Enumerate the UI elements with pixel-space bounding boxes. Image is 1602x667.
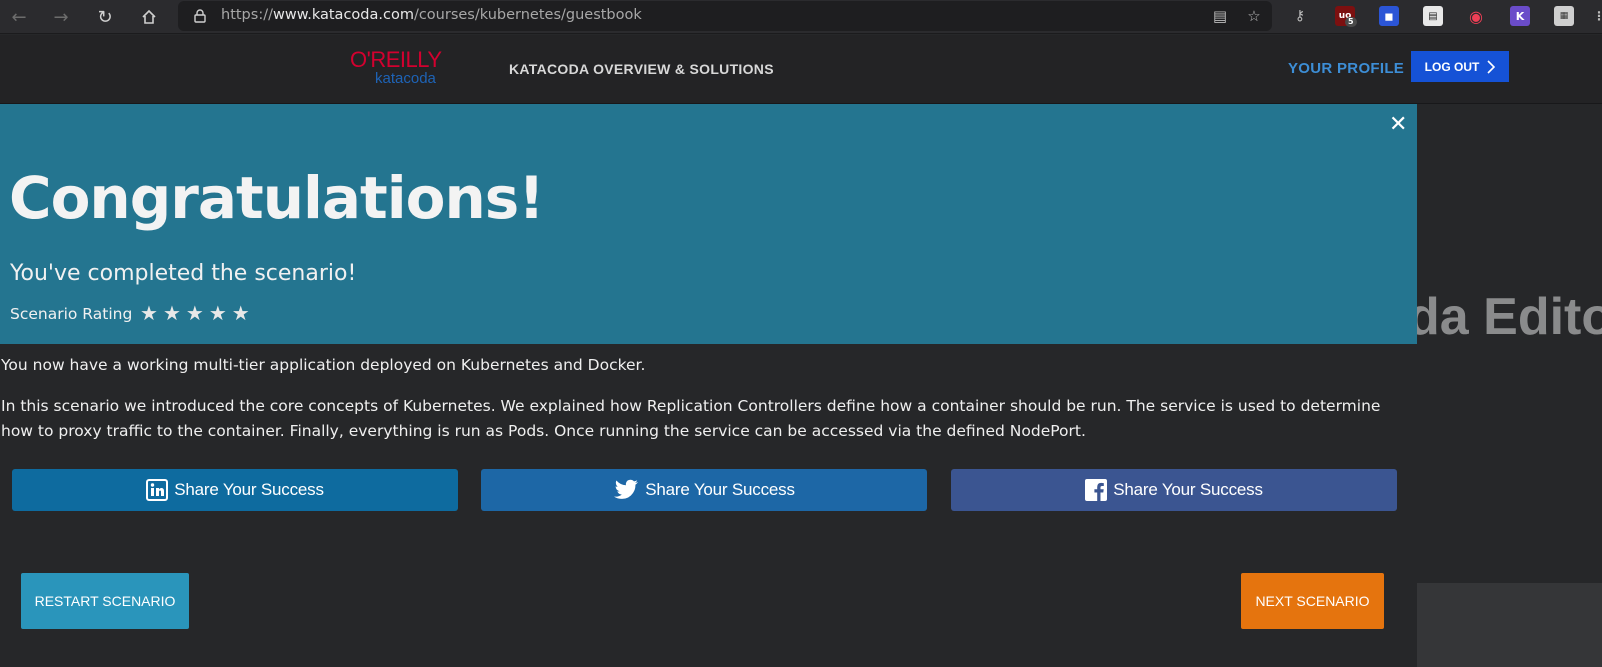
- forward-arrow-icon[interactable]: →: [48, 4, 74, 30]
- star-icon[interactable]: ★: [163, 301, 181, 325]
- star-icon[interactable]: ★: [209, 301, 227, 325]
- url-text[interactable]: https://www.katacoda.com/courses/kuberne…: [221, 7, 642, 23]
- back-arrow-icon[interactable]: ←: [6, 4, 32, 30]
- rating-stars[interactable]: ★ ★ ★ ★ ★: [140, 301, 250, 325]
- share-twitter-button[interactable]: Share Your Success: [481, 469, 927, 511]
- share-facebook-label: Share Your Success: [1113, 480, 1263, 499]
- reader-view-icon[interactable]: ▤: [1210, 7, 1230, 25]
- logout-label: LOG OUT: [1424, 59, 1480, 74]
- browser-toolbar: ← → ↻ https://www.katacoda.com/courses/k…: [0, 0, 1602, 34]
- modal-title: Congratulations!: [9, 164, 545, 232]
- ublock-icon[interactable]: uo 5: [1335, 6, 1357, 27]
- katacoda-logo[interactable]: katacoda: [375, 70, 436, 87]
- ublock-badge: 5: [1345, 17, 1357, 27]
- share-facebook-button[interactable]: Share Your Success: [951, 469, 1397, 511]
- next-scenario-button[interactable]: NEXT SCENARIO: [1241, 573, 1384, 629]
- home-icon[interactable]: [136, 4, 162, 30]
- logout-button[interactable]: LOG OUT: [1411, 51, 1509, 82]
- extension-k-icon[interactable]: K: [1510, 6, 1530, 26]
- completion-modal-body: You now have a working multi-tier applic…: [0, 344, 1417, 667]
- extension-css-icon[interactable]: ▦: [1554, 6, 1574, 26]
- facebook-icon: [1085, 479, 1108, 501]
- share-linkedin-button[interactable]: Share Your Success: [12, 469, 458, 511]
- close-icon[interactable]: ✕: [1389, 112, 1407, 137]
- pocket-icon[interactable]: ◉: [1466, 6, 1486, 26]
- summary-paragraph-2: In this scenario we introduced the core …: [1, 397, 1381, 440]
- address-bar[interactable]: https://www.katacoda.com/courses/kuberne…: [178, 1, 1272, 31]
- summary-paragraph-1: You now have a working multi-tier applic…: [1, 356, 646, 374]
- share-twitter-label: Share Your Success: [645, 480, 795, 499]
- chevron-right-icon: [1487, 59, 1496, 74]
- star-icon[interactable]: ★: [232, 301, 250, 325]
- linkedin-icon: [146, 479, 169, 501]
- background-editor-title: da Editor: [1408, 288, 1602, 346]
- favorite-star-icon[interactable]: ☆: [1244, 7, 1264, 25]
- modal-subtitle: You've completed the scenario!: [10, 261, 357, 286]
- star-icon[interactable]: ★: [186, 301, 204, 325]
- overview-solutions-link[interactable]: KATACODA OVERVIEW & SOLUTIONS: [509, 61, 774, 77]
- extension-key-icon[interactable]: ⚷: [1290, 6, 1310, 26]
- your-profile-link[interactable]: YOUR PROFILE: [1288, 60, 1404, 77]
- background-panel: [1417, 583, 1602, 667]
- extension-tag-icon[interactable]: ▤: [1423, 6, 1443, 26]
- share-linkedin-label: Share Your Success: [174, 480, 324, 499]
- reload-icon[interactable]: ↻: [92, 4, 118, 30]
- site-header: O'REILLY katacoda KATACODA OVERVIEW & SO…: [0, 35, 1602, 104]
- restart-scenario-button[interactable]: RESTART SCENARIO: [21, 573, 189, 629]
- star-icon[interactable]: ★: [140, 301, 158, 325]
- overflow-menu-icon[interactable]: ⋮: [1589, 6, 1602, 26]
- rating-label: Scenario Rating: [10, 305, 133, 323]
- completion-modal-header: ✕ Congratulations! You've completed the …: [0, 104, 1417, 344]
- twitter-icon: [614, 479, 639, 499]
- bitwarden-icon[interactable]: ◼: [1379, 6, 1399, 26]
- lock-icon: [194, 9, 206, 23]
